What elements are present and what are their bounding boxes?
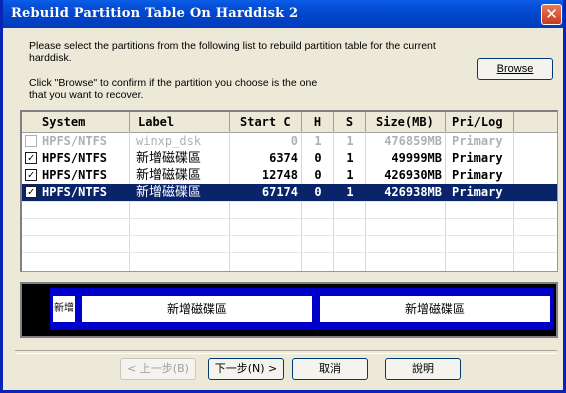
disk-map-partition-label: 新增磁碟區 xyxy=(320,296,550,322)
disk-map-partition-label: 新增磁碟區 xyxy=(53,296,75,322)
cell-label: 新增磁碟區 xyxy=(136,168,202,183)
checkmark-icon: ✓ xyxy=(27,151,35,164)
table-row-selected[interactable]: ✓ HPFS/NTFS 新增磁碟區 67174 0 1 426938MB Pri… xyxy=(22,184,557,201)
cell-s: 1 xyxy=(346,151,354,165)
instruction-text-1: Please select the partitions from the fo… xyxy=(29,40,469,64)
cell-pri-log: Primary xyxy=(452,168,503,182)
cell-label: 新增磁碟區 xyxy=(136,151,202,166)
cell-pri-log: Primary xyxy=(452,151,503,165)
window-title: Rebuild Partition Table On Harddisk 2 xyxy=(11,6,299,21)
cell-h: 0 xyxy=(314,151,322,165)
table-row[interactable]: ✓ HPFS/NTFS 新增磁碟區 12748 0 1 426930MB Pri… xyxy=(22,167,557,184)
cell-size: 426930MB xyxy=(384,168,442,182)
back-button[interactable]: < 上一步(B) xyxy=(120,358,196,380)
row-checkbox[interactable] xyxy=(25,135,37,147)
cell-h: 0 xyxy=(314,168,322,182)
cell-s: 1 xyxy=(346,185,354,199)
cell-start-c: 6374 xyxy=(269,151,298,165)
column-header-start-c[interactable]: Start C xyxy=(230,112,302,132)
cell-size: 426938MB xyxy=(384,185,442,199)
column-header-h[interactable]: H xyxy=(302,112,334,132)
button-separator xyxy=(15,350,557,354)
cell-start-c: 0 xyxy=(290,134,298,148)
cell-label: 新增磁碟區 xyxy=(136,185,202,200)
row-checkbox[interactable]: ✓ xyxy=(25,186,37,198)
cell-size: 476859MB xyxy=(384,134,442,148)
dialog-window: Rebuild Partition Table On Harddisk 2 ✕ … xyxy=(0,0,566,393)
browse-button-label: Browse xyxy=(496,63,534,75)
cell-size: 49999MB xyxy=(391,151,442,165)
disk-map-partition[interactable]: 新增磁碟區 xyxy=(78,288,316,330)
cell-pri-log: Primary xyxy=(452,185,503,199)
disk-map: 新增磁碟區 新增磁碟區 新增磁碟區 xyxy=(20,282,558,338)
instruction-line-3: Click "Browse" to confirm if the partiti… xyxy=(29,77,318,89)
cell-start-c: 12748 xyxy=(261,168,298,182)
cell-s: 1 xyxy=(346,168,354,182)
row-checkbox[interactable]: ✓ xyxy=(25,152,37,164)
cell-h: 0 xyxy=(314,185,322,199)
cell-system: HPFS/NTFS xyxy=(42,168,108,182)
instruction-line-2: harddisk. xyxy=(29,52,72,64)
column-header-system[interactable]: System xyxy=(22,112,130,132)
cell-s: 1 xyxy=(346,134,354,148)
partition-list[interactable]: System Label Start C H S Size(MB) Pri/Lo… xyxy=(20,110,558,272)
cell-system: HPFS/NTFS xyxy=(42,151,108,165)
instruction-line-1: Please select the partitions from the fo… xyxy=(29,40,436,52)
close-button[interactable]: ✕ xyxy=(541,4,562,25)
cell-label: winxp_dsk xyxy=(136,134,202,148)
cell-system: HPFS/NTFS xyxy=(42,134,108,148)
column-header-label[interactable]: Label xyxy=(130,112,230,132)
table-row[interactable]: HPFS/NTFS winxp_dsk 0 1 1 476859MB Prima… xyxy=(22,133,557,150)
disk-map-partition-label: 新增磁碟區 xyxy=(82,296,312,322)
table-row[interactable]: ✓ HPFS/NTFS 新增磁碟區 6374 0 1 49999MB Prima… xyxy=(22,150,557,167)
row-checkbox[interactable]: ✓ xyxy=(25,169,37,181)
close-icon: ✕ xyxy=(545,5,558,23)
next-button[interactable]: 下一步(N) > xyxy=(208,358,284,380)
cell-start-c: 67174 xyxy=(261,185,298,199)
checkmark-icon: ✓ xyxy=(27,168,35,181)
help-button[interactable]: 說明 xyxy=(385,358,461,380)
title-bar[interactable]: Rebuild Partition Table On Harddisk 2 ✕ xyxy=(3,0,563,28)
checkmark-icon: ✓ xyxy=(27,185,35,198)
cell-h: 1 xyxy=(314,134,322,148)
instruction-text-2: Click "Browse" to confirm if the partiti… xyxy=(29,77,469,101)
column-header-s[interactable]: S xyxy=(334,112,366,132)
list-header: System Label Start C H S Size(MB) Pri/Lo… xyxy=(22,112,557,133)
cancel-button[interactable]: 取消 xyxy=(292,358,368,380)
disk-map-partition[interactable]: 新增磁碟區 xyxy=(316,288,554,330)
cell-system: HPFS/NTFS xyxy=(42,185,108,199)
column-header-size[interactable]: Size(MB) xyxy=(366,112,446,132)
cell-pri-log: Primary xyxy=(452,134,503,148)
disk-map-partition[interactable]: 新增磁碟區 xyxy=(50,288,78,330)
browse-button[interactable]: Browse xyxy=(477,58,553,80)
column-header-pri-log[interactable]: Pri/Log xyxy=(446,112,514,132)
instruction-line-4: that you want to recover. xyxy=(29,89,144,101)
